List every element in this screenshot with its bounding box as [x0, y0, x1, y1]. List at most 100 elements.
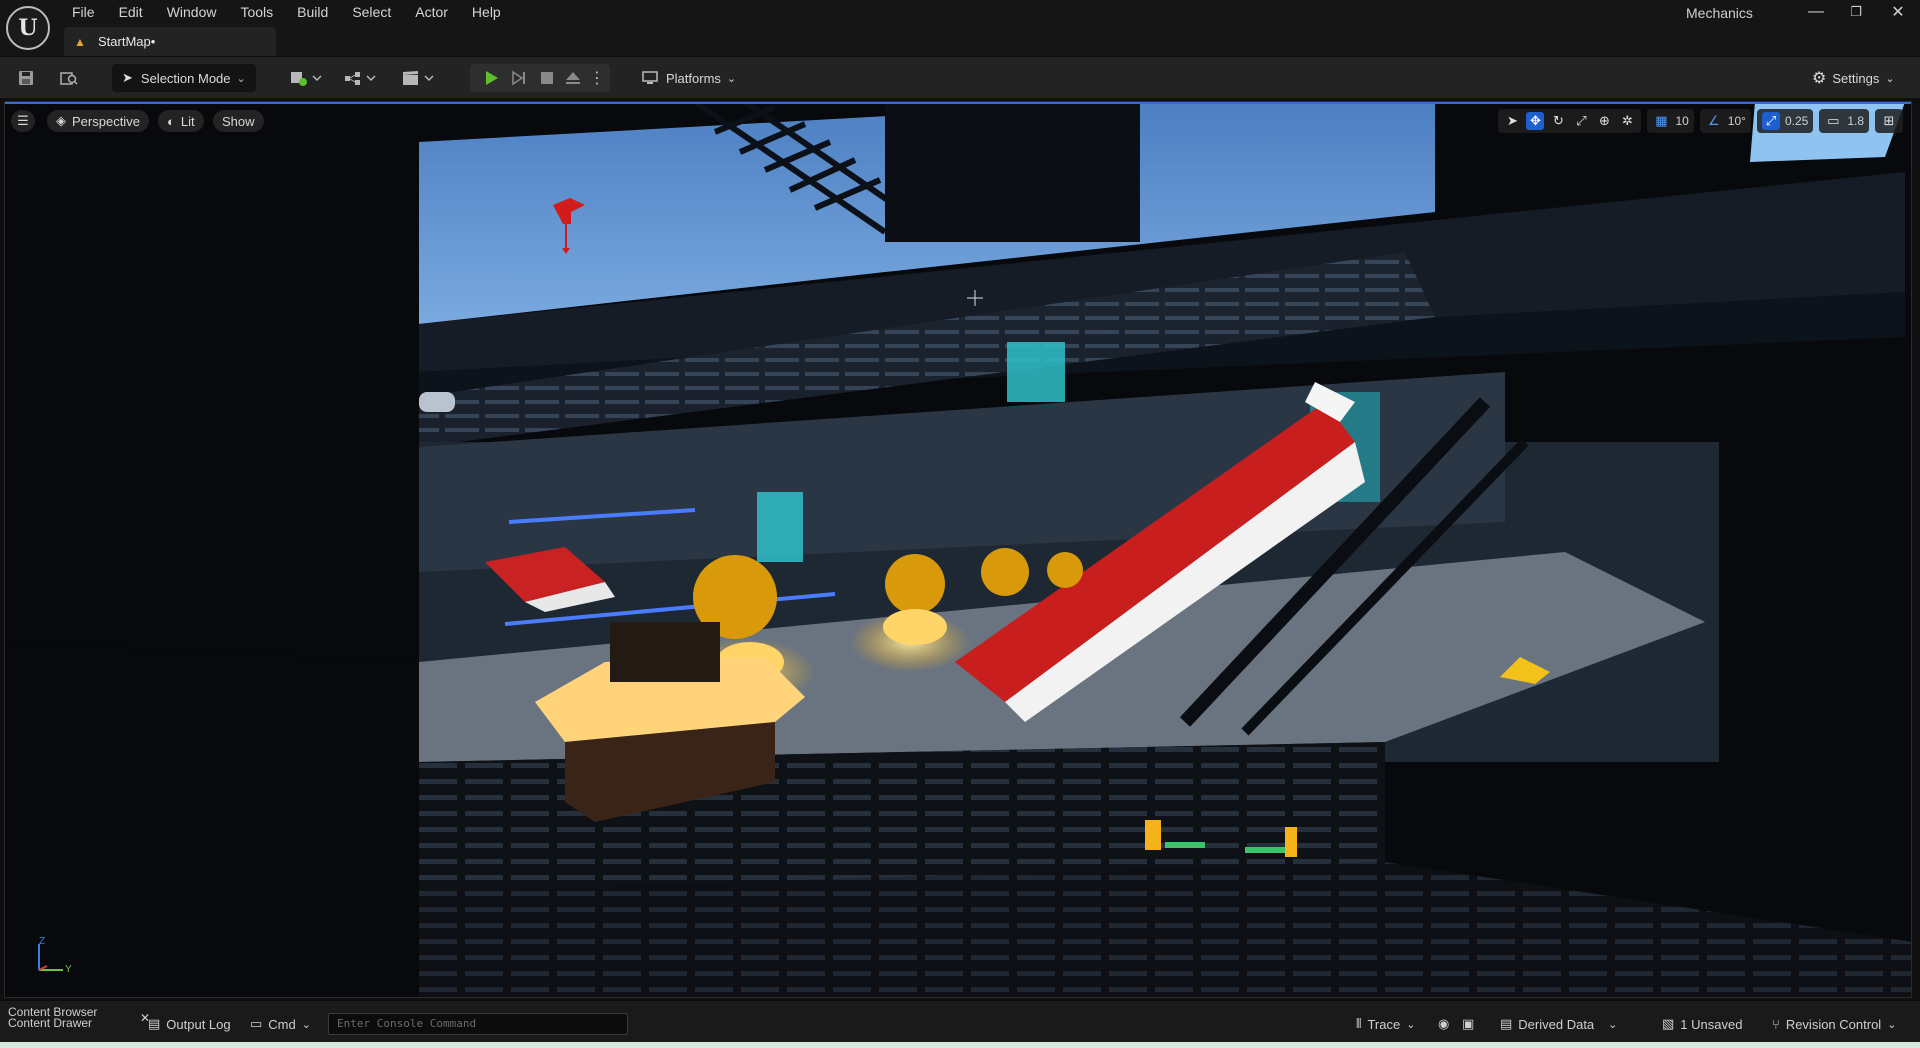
tab-startmap[interactable]: ▲ StartMap•	[64, 27, 276, 56]
camera-speed-group[interactable]: ▭ 1.8	[1819, 109, 1869, 133]
selection-mode-dropdown[interactable]: ➤ Selection Mode ⌄	[112, 64, 256, 92]
revision-control-label: Revision Control	[1785, 1016, 1882, 1032]
rotation-snap-value: 10°	[1727, 114, 1746, 128]
eject-button[interactable]	[560, 64, 586, 92]
title-bar: U File Edit Window Tools Build Select Ac…	[0, 0, 1920, 56]
scale-snap-icon: ⤢	[1761, 112, 1780, 130]
grid-snap-group[interactable]: ▦ 10	[1647, 109, 1694, 133]
surface-snap-icon[interactable]: ✲	[1618, 112, 1636, 130]
lit-sphere-icon: ◐	[167, 113, 175, 129]
chevron-down-icon: ⌄	[1885, 72, 1895, 85]
derived-data-label: Derived Data	[1518, 1016, 1595, 1032]
output-log-button[interactable]: ▤ Output Log	[148, 1013, 231, 1035]
platforms-dropdown[interactable]: Platforms ⌄	[642, 66, 736, 90]
perspective-button[interactable]: ◈ Perspective	[47, 110, 149, 132]
logo-letter: U	[18, 15, 38, 41]
menu-help[interactable]: Help	[460, 0, 513, 24]
viewport-active-indicator	[5, 102, 1911, 104]
viewport-menu-button[interactable]: ☰	[11, 110, 35, 132]
blueprint-icon[interactable]	[340, 66, 380, 90]
menu-edit[interactable]: Edit	[107, 0, 155, 24]
world-space-icon[interactable]: ⊕	[1595, 112, 1613, 130]
menu-bar: File Edit Window Tools Build Select Acto…	[60, 0, 513, 24]
viewport-layout-button[interactable]: ⊞	[1875, 109, 1903, 133]
cmd-label: Cmd	[268, 1016, 296, 1032]
save-icon[interactable]	[14, 66, 38, 90]
restore-button[interactable]: ❐	[1838, 0, 1874, 24]
cinematics-icon[interactable]	[398, 66, 438, 90]
unsaved-icon: ▧	[1662, 1016, 1675, 1031]
branch-icon: ⑂	[1772, 1016, 1780, 1032]
axis-z-label: Z	[39, 936, 46, 947]
grid-snap-icon: ▦	[1655, 113, 1668, 128]
menu-build[interactable]: Build	[285, 0, 340, 24]
scale-snap-value: 0.25	[1784, 114, 1809, 128]
menu-file[interactable]: File	[60, 0, 107, 24]
scale-tool-icon[interactable]: ⤢	[1572, 112, 1590, 130]
chevron-down-icon: ⌄	[1887, 1018, 1897, 1031]
settings-dropdown[interactable]: ⚙ Settings ⌄	[1812, 66, 1895, 90]
terminal-icon: ▭	[250, 1016, 263, 1031]
play-controls: ⋮	[470, 64, 610, 92]
show-label: Show	[222, 113, 255, 129]
camera-icon: ▭	[1827, 113, 1840, 128]
camera-speed-value: 1.8	[1847, 114, 1864, 128]
close-button[interactable]: ✕	[1880, 0, 1916, 24]
trace-dropdown[interactable]: ⫴ Trace ⌄	[1356, 1013, 1415, 1035]
gear-icon: ⚙	[1812, 70, 1827, 87]
grid-snap-value: 10	[1675, 114, 1689, 128]
tab-label: StartMap•	[98, 34, 156, 49]
rotation-snap-group[interactable]: ∠ 10°	[1699, 109, 1751, 133]
menu-tools[interactable]: Tools	[228, 0, 285, 24]
add-actor-icon[interactable]	[286, 66, 326, 90]
chevron-down-icon: ⌄	[1406, 1018, 1416, 1031]
cmd-dropdown[interactable]: ▭ Cmd ⌄	[250, 1013, 311, 1035]
record-icon[interactable]: ◉	[1438, 1013, 1449, 1035]
chevron-down-icon: ⌄	[301, 1018, 311, 1031]
play-options-icon[interactable]: ⋮	[584, 64, 610, 92]
perspective-label: Perspective	[72, 113, 140, 129]
chevron-down-icon: ⌄	[236, 72, 246, 85]
content-drawer-label: Content Drawer	[8, 1016, 93, 1030]
select-tool-icon[interactable]: ➤	[1503, 112, 1521, 130]
level-icon: ▲	[74, 34, 86, 49]
minimize-button[interactable]: —	[1798, 0, 1834, 24]
axis-gizmo: Z Y	[29, 936, 79, 978]
translate-tool-icon[interactable]: ✥	[1526, 112, 1545, 130]
status-bar: Content Browser Content Drawer ✕ ▤ Outpu…	[0, 1000, 1920, 1048]
hamburger-icon: ☰	[17, 113, 29, 128]
screenshot-icon[interactable]: ▣	[1462, 1013, 1474, 1035]
unsaved-button[interactable]: ▧ 1 Unsaved	[1662, 1013, 1742, 1035]
content-drawer-button[interactable]: Content Browser Content Drawer	[8, 1006, 97, 1031]
derived-data-dropdown[interactable]: ▤ Derived Data ⌄	[1500, 1013, 1617, 1035]
show-button[interactable]: Show	[213, 110, 264, 132]
layout-grid-icon: ⊞	[1883, 113, 1895, 128]
platforms-icon	[642, 71, 658, 84]
database-icon: ▤	[1500, 1016, 1513, 1031]
rotate-tool-icon[interactable]: ↻	[1549, 112, 1567, 130]
cube-icon: ◈	[56, 113, 66, 128]
scale-snap-group[interactable]: ⤢ 0.25	[1756, 109, 1814, 133]
transform-mode-group: ➤ ✥ ↻ ⤢ ⊕ ✲	[1498, 109, 1642, 133]
browse-icon[interactable]	[56, 66, 82, 90]
selection-mode-label: Selection Mode	[140, 70, 231, 86]
stop-button[interactable]	[534, 64, 560, 92]
settings-label: Settings	[1832, 70, 1880, 86]
console-input[interactable]: Enter Console Command	[328, 1013, 628, 1035]
unreal-logo-icon[interactable]: U	[6, 6, 50, 50]
lit-label: Lit	[180, 113, 195, 129]
advance-frame-button[interactable]	[506, 64, 532, 92]
menu-window[interactable]: Window	[155, 0, 229, 24]
lit-button[interactable]: ◐ Lit	[158, 110, 204, 132]
viewport-transform-tools: ➤ ✥ ↻ ⤢ ⊕ ✲ ▦ 10 ∠ 10° ⤢ 0.25 ▭ 1.8 ⊞	[1498, 109, 1903, 133]
taskbar-strip	[0, 1042, 1920, 1048]
platforms-label: Platforms	[666, 70, 721, 86]
level-viewport[interactable]: ☰ ◈ Perspective ◐ Lit Show ➤ ✥ ↻ ⤢ ⊕ ✲ ▦…	[4, 101, 1912, 998]
play-button[interactable]	[478, 64, 504, 92]
chevron-down-icon: ⌄	[726, 72, 737, 85]
rotation-snap-icon: ∠	[1707, 113, 1720, 128]
menu-actor[interactable]: Actor	[403, 0, 460, 24]
menu-select[interactable]: Select	[340, 0, 403, 24]
revision-control-dropdown[interactable]: ⑂ Revision Control ⌄	[1772, 1013, 1896, 1035]
output-log-label: Output Log	[166, 1016, 231, 1032]
